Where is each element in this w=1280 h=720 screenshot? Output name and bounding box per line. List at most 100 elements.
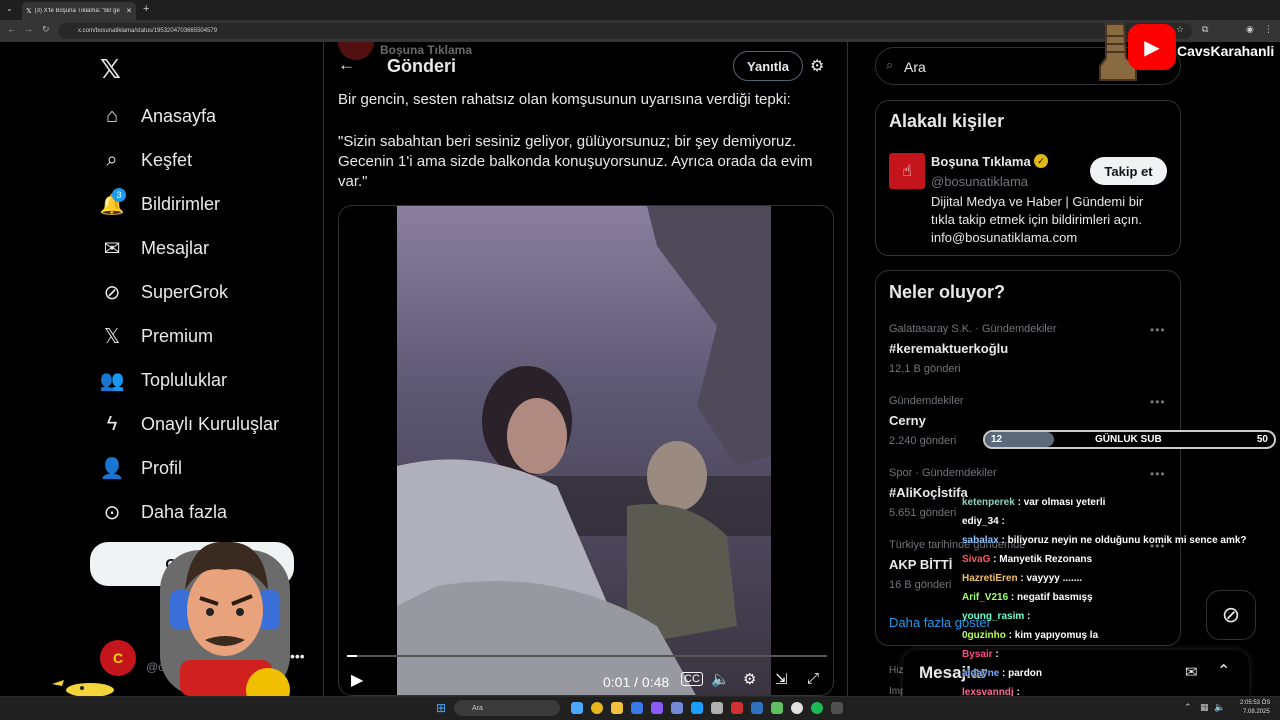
tray-volume-icon[interactable]: 🔈 [1214, 702, 1225, 713]
tab-list-icon[interactable]: ⌄ [6, 4, 13, 13]
play-icon[interactable]: ▶ [351, 670, 363, 690]
extensions-icon[interactable]: ⧉ [1202, 24, 1208, 35]
menu-icon[interactable]: ⋮ [1264, 24, 1273, 35]
grok-button[interactable]: ⊘ [1206, 590, 1256, 640]
trend-name[interactable]: Cerny [889, 413, 926, 428]
sub-goal-current: 12 [991, 434, 1003, 445]
sidebar-item-7[interactable]: 👥 Topluluklar [100, 365, 228, 395]
chat-text: Manyetik Rezonans [999, 554, 1093, 565]
lightning-icon: ϟ [106, 412, 118, 435]
more-circle-icon: ⊙ [103, 501, 121, 524]
author-overlay-name: Boşuna Tıklama [380, 43, 473, 57]
sidebar-item-label: Premium [141, 325, 214, 346]
grok-icon: ⊘ [103, 281, 121, 304]
trend-name[interactable]: AKP BİTTİ [889, 557, 952, 572]
sidebar-item-3[interactable]: 🔔 3 Bildirimler [99, 188, 220, 219]
tab-title: (3) X'te Boşuna Tıklama: "Bir ge [34, 8, 120, 14]
chat-message: young_rasim : [962, 611, 1030, 622]
trend-more-icon[interactable]: ••• [1150, 395, 1166, 409]
sidebar-item-2[interactable]: ⌕ Keşfet [100, 145, 192, 175]
taskbar-app-icon[interactable] [791, 702, 803, 714]
expand-up-icon[interactable]: ⌃ [1217, 661, 1230, 681]
browser-tab[interactable]: 𝕏 (3) X'te Boşuna Tıklama: "Bir ge ✕ [22, 2, 136, 20]
volume-icon[interactable]: 🔈 [711, 670, 730, 688]
video-progress-track[interactable] [347, 655, 827, 657]
related-avatar[interactable]: ☝ [889, 153, 925, 189]
trend-meta: Gündemdekiler [889, 395, 964, 407]
sidebar-item-4[interactable]: ✉ Mesajlar [100, 233, 209, 263]
browser-tab-strip: 𝕏 (3) X'te Boşuna Tıklama: "Bir ge ✕ + ⌄ [0, 0, 1280, 20]
new-tab-button[interactable]: + [143, 3, 149, 15]
taskbar-app-icon[interactable] [651, 702, 663, 714]
taskbar-app-icon[interactable] [751, 702, 763, 714]
captions-icon[interactable]: CC [681, 672, 703, 686]
x-logo-icon[interactable]: 𝕏 [100, 54, 121, 85]
trend-more-icon[interactable]: ••• [1150, 467, 1166, 481]
chat-separator: : [998, 516, 1005, 527]
sidebar-item-6[interactable]: 𝕏 Premium [100, 321, 213, 351]
chrome-icon[interactable] [591, 702, 603, 714]
back-icon[interactable]: ← [7, 24, 16, 34]
back-arrow-icon[interactable]: ← [338, 55, 355, 75]
account-avatar[interactable]: C [100, 640, 136, 676]
pip-icon[interactable]: ⇲ [775, 670, 788, 688]
trend-more-icon[interactable]: ••• [1150, 323, 1166, 337]
explorer-icon[interactable] [611, 702, 623, 714]
taskbar-search[interactable]: Ara [454, 700, 560, 716]
bell-icon: 🔔 3 [99, 188, 126, 216]
related-name[interactable]: Boşuna Tıklama [931, 154, 1031, 169]
profile-icon[interactable]: ◉ [1246, 24, 1254, 35]
chat-username: 0guzinho [962, 630, 1006, 641]
x-logo-icon: 𝕏 [103, 325, 121, 348]
address-bar[interactable]: x.com/bosunatiklama/status/1953204703665… [58, 23, 1192, 39]
windows-start-icon[interactable]: ⊞ [436, 701, 446, 715]
sidebar-item-1[interactable]: ⌂ Anasayfa [100, 101, 216, 131]
messages-drawer[interactable]: Mesajlar ✉ ⌃ [903, 650, 1249, 696]
sliders-icon[interactable]: ⚙ [810, 56, 824, 76]
taskbar-app-icon[interactable] [831, 702, 843, 714]
taskbar-app-icon[interactable] [571, 702, 583, 714]
channel-name: CavsKarahanli [1177, 43, 1275, 59]
tray-chevron-icon[interactable]: ⌃ [1184, 702, 1192, 713]
taskbar-app-icon[interactable] [691, 702, 703, 714]
chat-text: kim yapıyomuş la [1014, 630, 1099, 641]
sidebar-item-5[interactable]: ⊘ SuperGrok [100, 277, 228, 307]
chat-message: sabalax : biliyoruz neyin ne olduğunu ko… [962, 535, 1247, 546]
forward-icon[interactable]: → [24, 24, 33, 34]
taskbar-app-icon[interactable] [631, 702, 643, 714]
video-player[interactable]: ▶ 0:01 / 0:48 CC 🔈 ⚙ ⇲ ⤢ [338, 205, 834, 696]
taskbar-app-icon[interactable] [771, 702, 783, 714]
sidebar-item-label: Onaylı Kuruluşlar [141, 413, 280, 434]
chat-message: 0guzinho : kim yapıyomuş la [962, 630, 1098, 641]
sidebar-item-9[interactable]: 👤 Profil [100, 453, 182, 483]
sub-goal-bar: 12 GÜNLUK SUB 50 [983, 430, 1276, 449]
chat-separator: : [990, 554, 1000, 565]
close-tab-icon[interactable]: ✕ [126, 7, 132, 15]
search-icon: ⌕ [106, 148, 118, 171]
trend-name[interactable]: #AliKoçİstifa [889, 485, 968, 500]
streamer-avatar-overlay [160, 541, 290, 696]
settings-icon[interactable]: ⚙ [743, 670, 756, 688]
discord-icon[interactable] [671, 702, 683, 714]
follow-button[interactable]: Takip et [1090, 157, 1167, 185]
trend-name[interactable]: #keremaktuerkoğlu [889, 341, 1008, 356]
reload-icon[interactable]: ↻ [42, 24, 50, 35]
tray-wifi-icon[interactable]: ▦ [1200, 702, 1209, 713]
new-message-icon[interactable]: ✉ [1185, 663, 1198, 681]
bookmark-star-icon[interactable]: ☆ [1176, 24, 1184, 35]
search-placeholder: Ara [904, 59, 926, 75]
chat-separator: : [999, 668, 1009, 679]
fullscreen-icon[interactable]: ⤢ [807, 670, 819, 687]
trend-meta: Spor · Gündemdekiler [889, 467, 997, 479]
chat-username: aidayne [962, 668, 1000, 679]
reply-button[interactable]: Yanıtla [733, 51, 803, 81]
column-divider-left [323, 42, 324, 696]
taskbar-app-icon[interactable] [711, 702, 723, 714]
pikachu-overlay [52, 680, 114, 696]
chat-username: sabalax [962, 535, 999, 546]
sidebar-item-8[interactable]: ϟ Onaylı Kuruluşlar [100, 409, 279, 439]
taskbar-app-icon[interactable] [731, 702, 743, 714]
search-icon: ⌕ [886, 57, 894, 72]
spotify-icon[interactable] [811, 702, 823, 714]
sidebar-item-label: Topluluklar [141, 369, 228, 390]
